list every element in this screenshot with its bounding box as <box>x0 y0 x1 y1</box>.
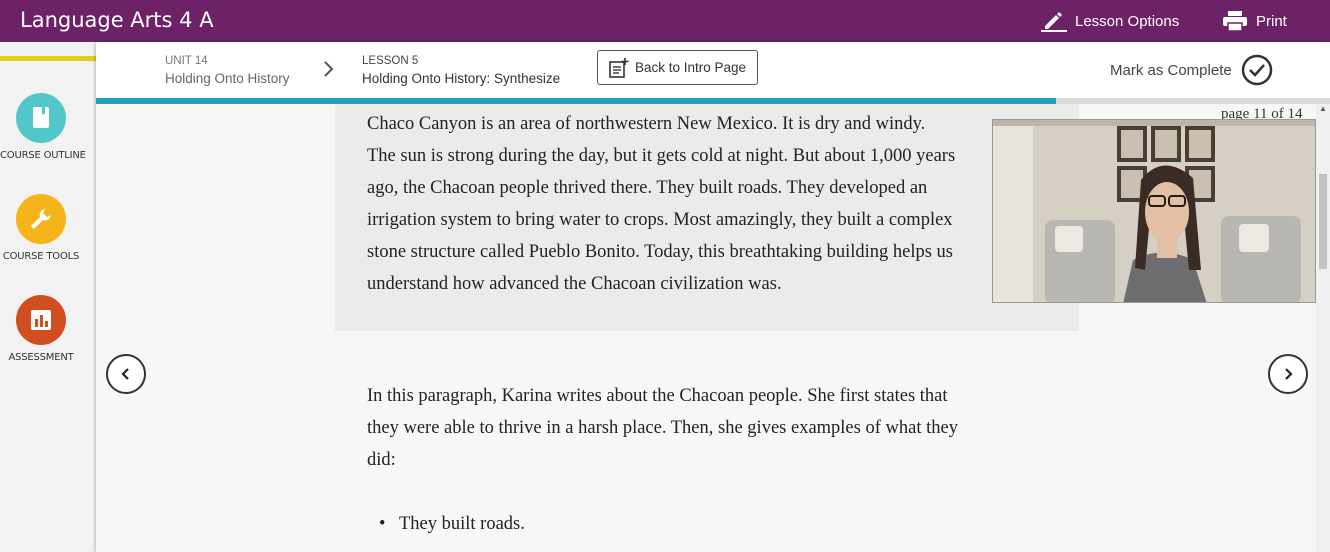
text-line: ago, the Chacoan people thrived there. T… <box>367 178 928 198</box>
explanation-paragraph: In this paragraph, Karina writes about t… <box>367 380 1067 476</box>
pencil-icon <box>1041 12 1067 32</box>
top-bar: Language Arts 4 A Lesson Options Print <box>0 0 1330 42</box>
breadcrumb-lesson: LESSON 5 Holding Onto History: Synthesiz… <box>362 53 560 87</box>
chevron-right-icon <box>1285 368 1293 380</box>
assessment-circle <box>16 295 66 345</box>
sidebar: COURSE OUTLINE COURSE TOOLS ASSESSMENT <box>0 42 96 552</box>
vertical-scrollbar[interactable]: ▲ <box>1316 104 1330 552</box>
sidebar-item-course-tools[interactable]: COURSE TOOLS <box>0 194 82 262</box>
bar-chart-icon <box>31 310 51 330</box>
printer-icon <box>1223 11 1247 32</box>
document-add-icon <box>609 57 629 78</box>
scrollbar-thumb[interactable] <box>1319 174 1327 269</box>
chevron-right-icon <box>324 61 334 77</box>
sidebar-item-label: ASSESSMENT <box>8 352 74 363</box>
print-button[interactable]: Print <box>1222 10 1287 32</box>
sidebar-item-assessment[interactable]: ASSESSMENT <box>0 295 82 363</box>
mark-complete-label: Mark as Complete <box>1110 61 1232 79</box>
lesson-options-button[interactable]: Lesson Options <box>1041 10 1179 32</box>
example-paragraph: Chaco Canyon is an area of northwestern … <box>367 108 1067 300</box>
unit-title: Holding Onto History <box>165 71 290 86</box>
next-page-button[interactable] <box>1268 354 1308 394</box>
course-outline-circle <box>16 93 66 143</box>
text-line: The sun is strong during the day, but it… <box>367 146 956 166</box>
wrench-icon <box>31 209 51 229</box>
sidebar-item-course-outline[interactable]: COURSE OUTLINE <box>0 93 86 161</box>
text-line: In this paragraph, Karina writes about t… <box>367 386 948 406</box>
example-bullet-list: They built roads. <box>379 508 525 540</box>
text-line: stone structure called Pueblo Bonito. To… <box>367 242 953 262</box>
back-to-intro-button[interactable]: Back to Intro Page <box>597 50 758 85</box>
scroll-up-arrow-icon[interactable]: ▲ <box>1319 104 1327 113</box>
book-icon <box>33 107 49 128</box>
lesson-title: Holding Onto History: Synthesize <box>362 71 561 86</box>
webcam-video-overlay[interactable] <box>992 119 1316 303</box>
lesson-header: UNIT 14 Holding Onto History LESSON 5 Ho… <box>96 42 1330 98</box>
example-paragraph-box: Chaco Canyon is an area of northwestern … <box>335 104 1079 331</box>
lesson-label: LESSON 5 <box>362 55 419 67</box>
course-tools-circle <box>16 194 66 244</box>
unit-label: UNIT 14 <box>165 55 208 67</box>
app-title: Language Arts 4 A <box>20 8 214 32</box>
webcam-video-frame <box>993 120 1315 302</box>
chevron-left-icon <box>121 368 129 380</box>
mark-complete-button[interactable]: Mark as Complete <box>1110 54 1273 86</box>
print-label: Print <box>1256 12 1287 30</box>
text-line: did: <box>367 450 396 470</box>
text-line: they were able to thrive in a harsh plac… <box>367 418 958 438</box>
text-line: Chaco Canyon is an area of northwestern … <box>367 114 926 134</box>
check-circle-icon <box>1241 54 1272 86</box>
sidebar-item-label: COURSE TOOLS <box>2 251 80 262</box>
lesson-options-label: Lesson Options <box>1075 12 1180 30</box>
sidebar-item-label: COURSE OUTLINE <box>0 150 86 161</box>
sidebar-accent-bar <box>0 56 96 61</box>
back-button-label: Back to Intro Page <box>635 60 747 75</box>
breadcrumb-unit[interactable]: UNIT 14 Holding Onto History <box>165 53 290 87</box>
text-line: understand how advanced the Chacoan civi… <box>367 274 782 294</box>
previous-page-button[interactable] <box>106 354 146 394</box>
text-line: irrigation system to bring water to crop… <box>367 210 953 230</box>
list-item: They built roads. <box>379 508 525 540</box>
